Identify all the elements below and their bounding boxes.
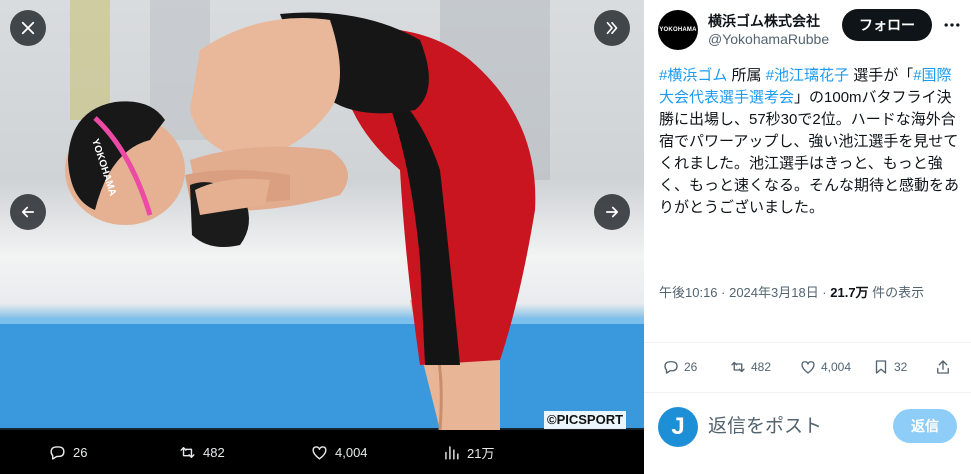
media-like-button[interactable]: 4,004 [310, 430, 368, 474]
current-user-avatar[interactable]: J [658, 407, 698, 447]
hashtag-yokohama-rubber[interactable]: #横浜ゴム [659, 67, 727, 84]
media-views-button[interactable]: 21万 [442, 430, 494, 474]
previous-image-button[interactable] [10, 194, 46, 230]
media-retweet-count: 482 [203, 444, 225, 460]
reply-icon [664, 361, 678, 374]
double-chevron-right-icon [606, 21, 618, 35]
bookmark-icon [875, 360, 887, 374]
bookmark-count: 32 [894, 360, 908, 374]
bookmark-button[interactable]: 32 [872, 345, 907, 389]
retweet-count: 482 [751, 360, 772, 374]
share-button[interactable] [934, 345, 956, 389]
tweet-text: #横浜ゴム 所属 #池江璃花子 選手が「#国際大会代表選手選考会」の100mバタ… [659, 65, 964, 219]
arrow-right-icon [605, 206, 619, 218]
divider [644, 342, 971, 343]
reply-icon [50, 445, 65, 460]
retweet-button[interactable]: 482 [729, 345, 771, 389]
reply-submit-button[interactable]: 返信 [893, 409, 957, 443]
media-reply-count: 26 [73, 444, 88, 460]
reply-button[interactable]: 26 [662, 345, 697, 389]
bar-chart-icon [445, 445, 459, 460]
media-like-count: 4,004 [335, 444, 368, 460]
like-button[interactable]: 4,004 [799, 345, 851, 389]
arrow-left-icon [21, 206, 35, 218]
media-reply-button[interactable]: 26 [48, 430, 87, 474]
like-count: 4,004 [821, 360, 852, 374]
avatar-logo-text: YOKOHAMA [659, 27, 697, 33]
divider [644, 392, 971, 393]
tweet-text-part-2: 選手が「 [849, 67, 914, 84]
retweet-icon [731, 361, 745, 373]
user-handle[interactable]: @YokohamaRubbe [708, 31, 836, 47]
media-action-bar: 26 482 4,004 21万 [0, 430, 644, 474]
retweet-icon [180, 446, 195, 458]
tweet-text-part-1: 所属 [727, 67, 766, 84]
reply-count: 26 [684, 360, 698, 374]
tweet-text-part-3: 」の100mバタフライ決勝に出場し、57秒30で2位。ハードな海外合宿でパワーア… [659, 89, 960, 216]
tweet-view-count: 21.7万 [830, 285, 869, 300]
user-avatar[interactable]: YOKOHAMA [658, 10, 698, 50]
heart-icon [312, 445, 327, 460]
tweet-action-bar: 26 482 4,004 32 [644, 345, 971, 389]
share-icon [937, 360, 949, 374]
tweet-panel: YOKOHAMA 横浜ゴム株式会社 @YokohamaRubbe フォロー #横… [644, 0, 971, 474]
heart-icon [801, 361, 815, 374]
reply-input[interactable] [708, 412, 888, 442]
tweet-meta: 午後10:16 · 2024年3月18日 · 21.7万 件の表示 [659, 282, 959, 303]
tweet-timestamp[interactable]: 午後10:16 · 2024年3月18日 · [659, 285, 830, 300]
swimmer-photo: YOKOHAMA [0, 0, 644, 430]
media-retweet-button[interactable]: 482 [178, 430, 225, 474]
next-image-button[interactable] [594, 194, 630, 230]
tweet-view-label: 件の表示 [868, 285, 925, 300]
hashtag-ikee-rikako[interactable]: #池江璃花子 [766, 67, 849, 84]
follow-button[interactable]: フォロー [842, 9, 932, 41]
close-button[interactable] [10, 10, 46, 46]
close-icon [21, 21, 35, 35]
user-display-name[interactable]: 横浜ゴム株式会社 [708, 11, 820, 31]
media-viewer: YOKOHAMA ©PICSPORT 26 482 4,004 21万 [0, 0, 644, 474]
current-user-avatar-letter: J [671, 413, 685, 440]
media-views-count: 21万 [467, 445, 495, 461]
photo-credit: ©PICSPORT [544, 411, 627, 429]
expand-panel-button[interactable] [594, 10, 630, 46]
more-options-icon[interactable] [942, 15, 962, 35]
